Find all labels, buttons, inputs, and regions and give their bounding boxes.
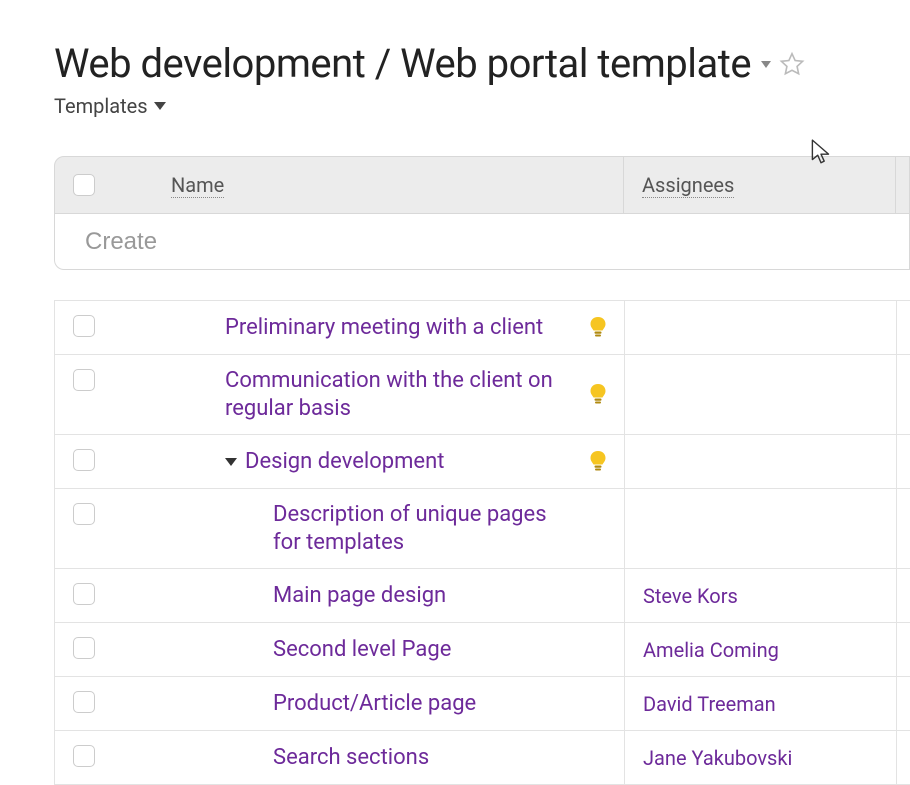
assignee-name: David Treeman [643,692,776,716]
assignee-cell[interactable]: Steve Kors [624,569,896,622]
create-row[interactable] [54,214,910,270]
assignee-cell[interactable] [624,301,896,354]
expand-caret-icon[interactable] [225,458,237,466]
column-header-extra [895,157,909,213]
row-checkbox[interactable] [73,637,95,659]
task-name[interactable]: Second level Page [273,637,451,662]
task-name[interactable]: Design development [245,449,444,474]
assignee-name: Jane Yakubovski [643,746,792,770]
table-row: Second level Page Amelia Coming [54,623,910,677]
extra-cell [896,569,910,622]
title-dropdown-caret-icon[interactable] [761,61,771,68]
lightbulb-icon[interactable] [580,450,616,474]
lightbulb-icon[interactable] [580,383,616,407]
templates-dropdown-label: Templates [54,94,148,118]
page-title: Web development / Web portal template [54,42,910,86]
extra-cell [896,731,910,784]
lightbulb-icon[interactable] [580,316,616,340]
create-input[interactable] [83,227,909,257]
task-name[interactable]: Communication with the client on regular… [225,368,553,421]
assignee-cell[interactable]: Amelia Coming [624,623,896,676]
extra-cell [896,355,910,434]
assignee-cell[interactable]: Jane Yakubovski [624,731,896,784]
breadcrumb-parent[interactable]: Web development [54,40,365,87]
table-row: Description of unique pages for template… [54,489,910,569]
row-checkbox[interactable] [73,315,95,337]
task-name[interactable]: Preliminary meeting with a client [225,315,543,340]
assignee-cell[interactable] [624,489,896,568]
extra-cell [896,623,910,676]
chevron-down-icon [154,102,166,110]
row-checkbox[interactable] [73,745,95,767]
assignee-cell[interactable] [624,355,896,434]
assignee-name: Steve Kors [643,584,738,608]
table-row: Preliminary meeting with a client [54,301,910,355]
extra-cell [896,301,910,354]
breadcrumb-current[interactable]: Web portal template [400,40,751,87]
assignee-name: Amelia Coming [643,638,779,662]
select-all-checkbox[interactable] [73,174,95,196]
table-row: Product/Article page David Treeman [54,677,910,731]
task-name[interactable]: Description of unique pages for template… [273,502,547,555]
row-checkbox[interactable] [73,449,95,471]
breadcrumb-separator: / [365,40,400,87]
table-header: Name Assignees [54,156,910,214]
table-row: Communication with the client on regular… [54,355,910,435]
column-header-name[interactable]: Name [171,173,224,198]
task-name[interactable]: Main page design [273,583,446,608]
table-row: Main page design Steve Kors [54,569,910,623]
extra-cell [896,489,910,568]
table-row: Design development [54,435,910,489]
row-checkbox[interactable] [73,369,95,391]
favorite-star-icon[interactable] [779,51,805,77]
task-name[interactable]: Product/Article page [273,691,476,716]
assignee-cell[interactable]: David Treeman [624,677,896,730]
templates-dropdown[interactable]: Templates [54,94,166,118]
row-checkbox[interactable] [73,691,95,713]
assignee-cell[interactable] [624,435,896,488]
column-header-assignees[interactable]: Assignees [642,173,734,198]
task-name[interactable]: Search sections [273,745,429,770]
extra-cell [896,677,910,730]
table-row: Search sections Jane Yakubovski [54,731,910,785]
row-checkbox[interactable] [73,503,95,525]
extra-cell [896,435,910,488]
row-checkbox[interactable] [73,583,95,605]
